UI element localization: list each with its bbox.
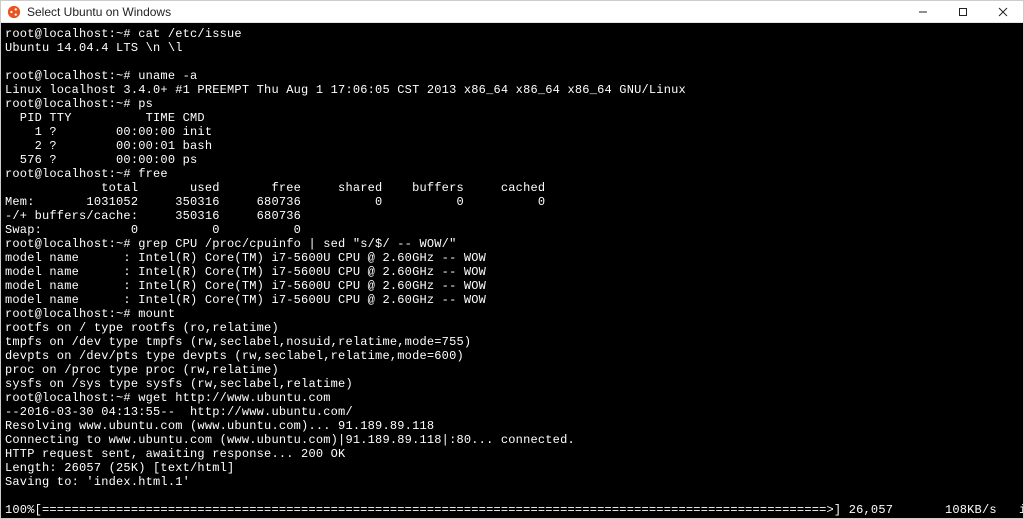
terminal-line: Linux localhost 3.4.0+ #1 PREEMPT Thu Au…: [5, 83, 1019, 97]
terminal-line: tmpfs on /dev type tmpfs (rw,seclabel,no…: [5, 335, 1019, 349]
terminal-line: sysfs on /sys type sysfs (rw,seclabel,re…: [5, 377, 1019, 391]
terminal-line: model name : Intel(R) Core(TM) i7-5600U …: [5, 293, 1019, 307]
terminal-line: [5, 55, 1019, 69]
app-window: Select Ubuntu on Windows root@localhost:…: [0, 0, 1024, 519]
terminal-line: 2 ? 00:00:01 bash: [5, 139, 1019, 153]
terminal-line: [5, 489, 1019, 503]
terminal-line: Connecting to www.ubuntu.com (www.ubuntu…: [5, 433, 1019, 447]
terminal-line: HTTP request sent, awaiting response... …: [5, 447, 1019, 461]
titlebar[interactable]: Select Ubuntu on Windows: [1, 1, 1023, 23]
terminal-line: root@localhost:~# free: [5, 167, 1019, 181]
terminal-line: proc on /proc type proc (rw,relatime): [5, 363, 1019, 377]
terminal-line: root@localhost:~# ps: [5, 97, 1019, 111]
window-controls: [903, 1, 1023, 22]
terminal-line: Swap: 0 0 0: [5, 223, 1019, 237]
terminal-line: devpts on /dev/pts type devpts (rw,secla…: [5, 349, 1019, 363]
terminal-line: model name : Intel(R) Core(TM) i7-5600U …: [5, 265, 1019, 279]
terminal-line: root@localhost:~# wget http://www.ubuntu…: [5, 391, 1019, 405]
close-button[interactable]: [983, 1, 1023, 22]
terminal-line: root@localhost:~# cat /etc/issue: [5, 27, 1019, 41]
terminal-line: --2016-03-30 04:13:55-- http://www.ubunt…: [5, 405, 1019, 419]
terminal-line: root@localhost:~# uname -a: [5, 69, 1019, 83]
terminal-line: model name : Intel(R) Core(TM) i7-5600U …: [5, 279, 1019, 293]
maximize-button[interactable]: [943, 1, 983, 22]
terminal-line: Length: 26057 (25K) [text/html]: [5, 461, 1019, 475]
terminal-line: 100%[===================================…: [5, 503, 1019, 517]
terminal-line: Resolving www.ubuntu.com (www.ubuntu.com…: [5, 419, 1019, 433]
terminal-area[interactable]: root@localhost:~# cat /etc/issueUbuntu 1…: [1, 23, 1023, 518]
terminal-line: total used free shared buffers cached: [5, 181, 1019, 195]
terminal-line: -/+ buffers/cache: 350316 680736: [5, 209, 1019, 223]
minimize-button[interactable]: [903, 1, 943, 22]
terminal-line: [5, 517, 1019, 518]
terminal-line: rootfs on / type rootfs (ro,relatime): [5, 321, 1019, 335]
terminal-line: Ubuntu 14.04.4 LTS \n \l: [5, 41, 1019, 55]
terminal-line: 576 ? 00:00:00 ps: [5, 153, 1019, 167]
terminal-line: Mem: 1031052 350316 680736 0 0 0: [5, 195, 1019, 209]
terminal-line: Saving to: 'index.html.1': [5, 475, 1019, 489]
terminal-line: 1 ? 00:00:00 init: [5, 125, 1019, 139]
terminal-line: PID TTY TIME CMD: [5, 111, 1019, 125]
terminal-line: root@localhost:~# mount: [5, 307, 1019, 321]
window-title: Select Ubuntu on Windows: [27, 5, 903, 19]
terminal-line: root@localhost:~# grep CPU /proc/cpuinfo…: [5, 237, 1019, 251]
ubuntu-icon: [7, 5, 21, 19]
terminal-line: model name : Intel(R) Core(TM) i7-5600U …: [5, 251, 1019, 265]
